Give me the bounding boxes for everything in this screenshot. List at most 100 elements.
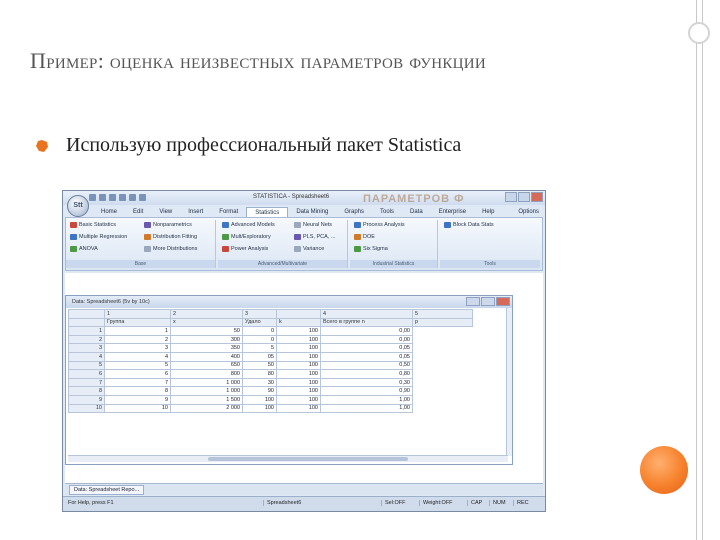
app-menu-button[interactable]: Stt — [67, 195, 89, 217]
column-header[interactable]: Всего в группе n — [320, 317, 413, 328]
table-cell[interactable]: 0,30 — [320, 377, 413, 388]
column-number[interactable]: 5 — [412, 309, 473, 319]
table-cell[interactable]: 100 — [276, 386, 321, 396]
neural-nets-button[interactable]: Neural Nets — [294, 222, 332, 228]
table-cell[interactable]: 100 — [276, 369, 321, 379]
spreadsheet-minimize-button[interactable] — [466, 297, 480, 306]
row-header[interactable]: 8 — [68, 386, 105, 396]
vertical-scrollbar[interactable] — [506, 308, 512, 456]
column-number[interactable]: 1 — [104, 309, 171, 319]
row-header[interactable]: 3 — [68, 343, 105, 353]
distribution-fitting-button[interactable]: Distribution Fitting — [144, 234, 197, 240]
table-cell[interactable]: 100 — [276, 377, 321, 388]
row-header[interactable]: 2 — [68, 334, 105, 345]
row-header[interactable]: 1 — [68, 326, 105, 336]
column-number[interactable]: 2 — [170, 309, 243, 319]
table-cell[interactable]: 100 — [242, 394, 277, 405]
power-analysis-button[interactable]: Power Analysis — [222, 246, 268, 252]
multiple-regression-button[interactable]: Multiple Regression — [70, 234, 127, 240]
table-cell[interactable]: 0,00 — [320, 326, 413, 336]
table-cell[interactable]: 80 — [242, 369, 277, 379]
table-cell[interactable]: 1 000 — [170, 377, 243, 388]
table-cell[interactable]: 10 — [104, 403, 171, 414]
table-cell[interactable]: 05 — [242, 351, 277, 362]
table-cell[interactable]: 90 — [242, 386, 277, 396]
save-icon[interactable] — [89, 194, 96, 201]
anova-button[interactable]: ANOVA — [70, 246, 98, 252]
table-cell[interactable]: 50 — [170, 326, 243, 336]
task-item-spreadsheet[interactable]: Data: Spreadsheet Repo... — [69, 485, 145, 495]
table-cell[interactable]: 1,00 — [320, 394, 413, 405]
pls-pca-button[interactable]: PLS, PCA, ... — [294, 234, 335, 240]
six-sigma-button[interactable]: Six Sigma — [354, 246, 388, 252]
table-cell[interactable]: 350 — [170, 343, 243, 353]
column-header[interactable]: Группа — [104, 317, 171, 328]
row-header[interactable]: 9 — [68, 394, 105, 405]
table-cell[interactable]: 100 — [276, 403, 321, 414]
table-cell[interactable]: 1 000 — [170, 386, 243, 396]
table-cell[interactable]: 100 — [276, 394, 321, 405]
scroll-thumb[interactable] — [208, 457, 408, 461]
row-header[interactable]: 4 — [68, 351, 105, 362]
spreadsheet-close-button[interactable] — [496, 297, 510, 306]
redo-icon[interactable] — [109, 194, 116, 201]
table-cell[interactable]: 300 — [170, 334, 243, 345]
print-icon[interactable] — [129, 194, 136, 201]
table-cell[interactable]: 1,00 — [320, 403, 413, 414]
table-cell[interactable]: 100 — [276, 326, 321, 336]
toolbar-icon[interactable] — [139, 194, 146, 201]
table-cell[interactable]: 1 — [104, 326, 171, 336]
table-cell[interactable]: 50 — [242, 360, 277, 371]
options-menu[interactable]: Options — [518, 209, 539, 215]
basic-statistics-button[interactable]: Basic Statistics — [70, 222, 116, 228]
block-data-stats-button[interactable]: Block Data Stats — [444, 222, 494, 228]
table-cell[interactable]: 6 — [104, 369, 171, 379]
doe-button[interactable]: DOE — [354, 234, 375, 240]
row-header[interactable]: 6 — [68, 369, 105, 379]
minimize-button[interactable] — [505, 192, 517, 202]
undo-icon[interactable] — [99, 194, 106, 201]
table-cell[interactable]: 0,80 — [320, 369, 413, 379]
table-cell[interactable]: 0,50 — [320, 360, 413, 371]
table-cell[interactable]: 650 — [170, 360, 243, 371]
table-cell[interactable]: 0,05 — [320, 351, 413, 362]
table-cell[interactable]: 0 — [242, 334, 277, 345]
table-cell[interactable]: 800 — [170, 369, 243, 379]
table-cell[interactable]: 1 500 — [170, 394, 243, 405]
table-cell[interactable]: 0,05 — [320, 343, 413, 353]
table-cell[interactable]: 100 — [276, 360, 321, 371]
table-cell[interactable]: 2 — [104, 334, 171, 345]
table-cell[interactable]: 0,90 — [320, 386, 413, 396]
table-cell[interactable]: 3 — [104, 343, 171, 353]
table-cell[interactable]: 5 — [242, 343, 277, 353]
column-number[interactable]: 3 — [242, 309, 277, 319]
column-header[interactable]: x — [170, 317, 243, 328]
more-distributions-button[interactable]: More Distributions — [144, 246, 197, 252]
table-cell[interactable]: 0,00 — [320, 334, 413, 345]
table-cell[interactable]: 100 — [276, 343, 321, 353]
process-analysis-button[interactable]: Process Analysis — [354, 222, 405, 228]
maximize-button[interactable] — [518, 192, 530, 202]
advanced-models-button[interactable]: Advanced Models — [222, 222, 275, 228]
table-cell[interactable]: 2 000 — [170, 403, 243, 414]
table-cell[interactable]: 7 — [104, 377, 171, 388]
table-cell[interactable]: 30 — [242, 377, 277, 388]
table-cell[interactable]: 100 — [276, 334, 321, 345]
open-icon[interactable] — [119, 194, 126, 201]
column-number[interactable]: 4 — [320, 309, 413, 319]
table-cell[interactable]: 400 — [170, 351, 243, 362]
table-cell[interactable]: 4 — [104, 351, 171, 362]
row-header[interactable]: 5 — [68, 360, 105, 371]
table-cell[interactable]: 100 — [242, 403, 277, 414]
table-cell[interactable]: 5 — [104, 360, 171, 371]
horizontal-scrollbar[interactable] — [68, 455, 508, 462]
variance-button[interactable]: Variance — [294, 246, 324, 252]
table-cell[interactable]: 8 — [104, 386, 171, 396]
table-cell[interactable]: 0 — [242, 326, 277, 336]
mult-exploratory-button[interactable]: Mult/Exploratory — [222, 234, 271, 240]
close-button[interactable] — [531, 192, 543, 202]
row-header[interactable]: 10 — [68, 403, 105, 414]
row-header[interactable]: 7 — [68, 377, 105, 388]
table-cell[interactable]: 9 — [104, 394, 171, 405]
column-header[interactable]: Удало — [242, 317, 277, 328]
